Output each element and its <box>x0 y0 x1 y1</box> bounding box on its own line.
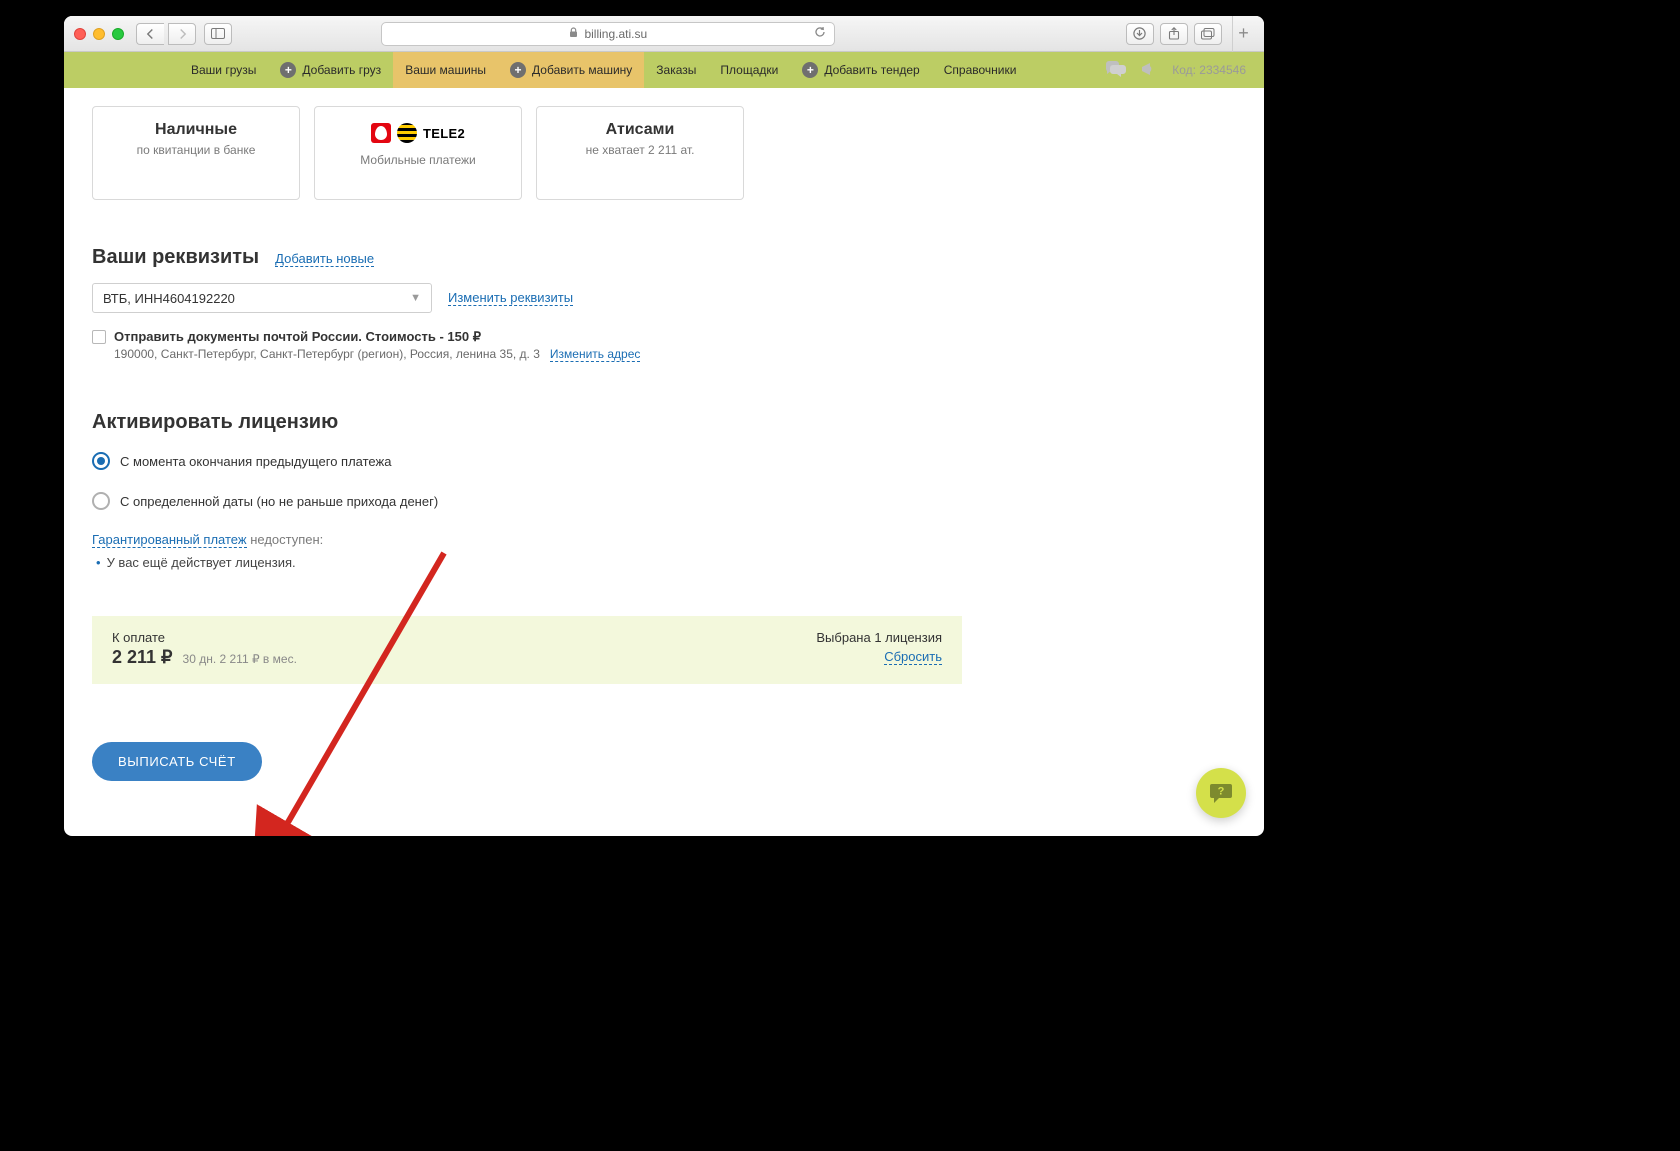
megaphone-icon[interactable] <box>1140 60 1158 81</box>
chevron-down-icon: ▼ <box>410 292 421 304</box>
bullet-icon: • <box>96 555 101 570</box>
reload-icon[interactable] <box>814 26 826 41</box>
address-bar[interactable]: billing.ati.su <box>381 22 835 46</box>
browser-window: billing.ati.su + Ваши гр <box>64 16 1264 836</box>
nav-cargo[interactable]: Ваши грузы <box>179 52 268 88</box>
summary-period: 30 дн. 2 211 ₽ в мес. <box>183 652 297 666</box>
issue-invoice-button[interactable]: ВЫПИСАТЬ СЧЁТ <box>92 742 262 781</box>
downloads-button[interactable] <box>1126 23 1154 45</box>
share-button[interactable] <box>1160 23 1188 45</box>
plus-icon: + <box>280 62 296 78</box>
guaranteed-payment-link[interactable]: Гарантированный платеж <box>92 532 247 548</box>
site-navbar: Ваши грузы +Добавить груз Ваши машины +Д… <box>64 52 1264 88</box>
edit-address-link[interactable]: Изменить адрес <box>550 347 641 362</box>
cash-title: Наличные <box>103 121 289 139</box>
summary-label: К оплате <box>112 630 297 645</box>
window-controls <box>74 28 124 40</box>
requisites-select-value: ВТБ, ИНН4604192220 <box>103 291 235 306</box>
tabs-button[interactable] <box>1194 23 1222 45</box>
cash-subtitle: по квитанции в банке <box>103 143 289 157</box>
tele2-logo: TELE2 <box>423 126 465 141</box>
mail-docs-address: 190000, Санкт-Петербург, Санкт-Петербург… <box>114 347 540 361</box>
plus-icon: + <box>802 62 818 78</box>
new-tab-button[interactable]: + <box>1232 16 1254 52</box>
radio-icon <box>92 452 110 470</box>
atisami-subtitle: не хватает 2 211 ат. <box>547 143 733 157</box>
payment-card-atisami[interactable]: Атисами не хватает 2 211 ат. <box>536 106 744 200</box>
svg-text:?: ? <box>1218 786 1225 798</box>
summary-panel: К оплате 2 211 ₽ 30 дн. 2 211 ₽ в мес. В… <box>92 616 962 684</box>
nav-add-vehicle[interactable]: +Добавить машину <box>498 52 644 88</box>
nav-add-cargo[interactable]: +Добавить груз <box>268 52 393 88</box>
close-window-button[interactable] <box>74 28 86 40</box>
activate-option-2[interactable]: С определенной даты (но не раньше приход… <box>92 492 962 510</box>
requisites-heading: Ваши реквизиты Добавить новые <box>92 246 962 269</box>
payment-card-mobile[interactable]: TELE2 Мобильные платежи <box>314 106 522 200</box>
activate-heading: Активировать лицензию <box>92 411 962 434</box>
guaranteed-reason: У вас ещё действует лицензия. <box>107 555 296 570</box>
lock-icon <box>569 27 578 41</box>
mail-docs-label: Отправить документы почтой России. Стоим… <box>114 329 640 345</box>
minimize-window-button[interactable] <box>93 28 105 40</box>
requisites-select[interactable]: ВТБ, ИНН4604192220 ▼ <box>92 283 432 313</box>
mail-docs-checkbox[interactable] <box>92 330 106 344</box>
atisami-title: Атисами <box>547 121 733 139</box>
nav-refs[interactable]: Справочники <box>932 52 1029 88</box>
nav-orders[interactable]: Заказы <box>644 52 708 88</box>
plus-icon: + <box>510 62 526 78</box>
edit-requisites-link[interactable]: Изменить реквизиты <box>448 290 573 306</box>
page-content: Наличные по квитанции в банке TELE2 Моби… <box>64 88 1264 836</box>
maximize-window-button[interactable] <box>112 28 124 40</box>
help-chat-button[interactable]: ? <box>1196 768 1246 818</box>
nav-platforms[interactable]: Площадки <box>708 52 790 88</box>
payment-card-cash[interactable]: Наличные по квитанции в банке <box>92 106 300 200</box>
reset-link[interactable]: Сбросить <box>884 649 942 665</box>
browser-toolbar: billing.ati.su + <box>64 16 1264 52</box>
nav-forward-button[interactable] <box>168 23 196 45</box>
user-code-label: Код: 2334546 <box>1172 63 1246 77</box>
beeline-logo-icon <box>397 123 417 143</box>
url-text: billing.ati.su <box>584 27 647 41</box>
nav-vehicles[interactable]: Ваши машины <box>393 52 498 88</box>
add-requisites-link[interactable]: Добавить новые <box>275 251 374 267</box>
radio-icon <box>92 492 110 510</box>
chat-icon[interactable] <box>1104 60 1126 81</box>
summary-selected: Выбрана 1 лицензия <box>816 630 942 645</box>
activate-option-1[interactable]: С момента окончания предыдущего платежа <box>92 452 962 470</box>
summary-amount: 2 211 ₽ <box>112 647 173 668</box>
mts-logo-icon <box>371 123 391 143</box>
sidebar-toggle-button[interactable] <box>204 23 232 45</box>
nav-add-tender[interactable]: +Добавить тендер <box>790 52 931 88</box>
nav-back-button[interactable] <box>136 23 164 45</box>
mobile-subtitle: Мобильные платежи <box>325 153 511 167</box>
